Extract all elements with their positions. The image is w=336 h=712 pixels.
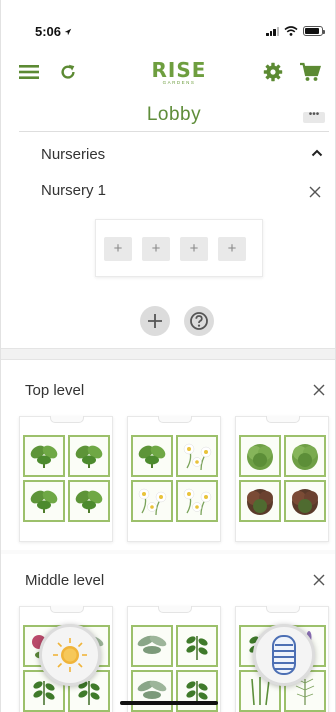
app-header: RISE GARDENS [1,52,335,92]
add-plant-slot[interactable]: + [142,237,170,261]
nursery-row: Nursery 1 [41,182,327,204]
add-plant-slot[interactable]: + [104,237,132,261]
tower-card[interactable] [127,606,221,712]
basil-icon [75,445,103,468]
close-icon[interactable] [313,384,325,396]
refresh-icon[interactable] [57,61,79,83]
lettuce-green-icon [292,444,318,470]
menu-icon[interactable] [17,62,41,82]
lettuce-red-icon [292,489,318,515]
add-plant-slot[interactable]: + [180,237,208,261]
level-label: Top level [25,382,85,399]
lettuce-green-icon [247,444,273,470]
tower-card[interactable] [235,416,329,542]
cart-icon[interactable] [297,61,323,83]
basil-icon [30,445,58,468]
tower-card[interactable] [127,416,221,542]
close-icon[interactable] [313,574,325,586]
chamomile-icon [138,488,167,516]
basil-icon [30,490,58,513]
nurseries-section-header[interactable]: Nurseries [41,146,327,166]
chamomile-icon [183,488,212,516]
plant-pod-lettuce-red[interactable] [239,480,281,522]
plant-pod-sage[interactable] [131,625,173,667]
tower-view-button[interactable] [253,624,315,686]
add-icon [148,314,162,328]
sage-icon [137,635,167,654]
plant-pod-basil[interactable] [68,435,110,477]
nursery-tray: + + + + [95,219,263,277]
status-indicators [266,26,325,36]
nurseries-label: Nurseries [41,146,106,163]
home-indicator [120,701,218,705]
chevron-up-icon[interactable] [311,149,323,157]
level-label: Middle level [25,572,105,589]
section-spacer [1,550,335,554]
plant-pod-chamomile[interactable] [176,480,218,522]
battery-icon [303,26,325,36]
app-frame: 5:06 RISE GARDENS Lobby ••• Nurseries Nu… [0,0,336,712]
plant-pod-sage[interactable] [131,670,173,712]
rise-logo: RISE GARDENS [149,60,209,86]
chamomile-icon [183,443,212,471]
title-row: Lobby ••• [19,102,329,132]
wifi-icon [284,26,298,36]
plant-pod-basil[interactable] [23,435,65,477]
add-nursery-button[interactable] [140,306,170,336]
status-time-group: 5:06 [35,24,72,39]
level-header: Middle level [25,572,331,594]
light-control-button[interactable] [39,624,101,686]
status-time: 5:06 [35,24,62,39]
nursery-label: Nursery 1 [41,182,107,199]
level-header: Top level [25,382,331,404]
plant-pod-herb[interactable] [176,670,218,712]
lettuce-red-icon [247,489,273,515]
help-icon [190,312,208,330]
section-divider [1,348,335,360]
tower-icon [272,635,296,675]
plant-pod-basil[interactable] [131,435,173,477]
status-bar: 5:06 [1,0,335,39]
plant-pod-lettuce-green[interactable] [284,435,326,477]
add-plant-slot[interactable]: + [218,237,246,261]
plant-pod-lettuce-red[interactable] [284,480,326,522]
basil-icon [75,490,103,513]
basil-icon [138,445,166,468]
signal-icon [266,26,279,36]
help-button[interactable] [184,306,214,336]
logo-main-text: RISE [151,58,207,82]
nursery-slots: + + + + [96,220,262,278]
tower-card[interactable] [19,416,113,542]
location-arrow-icon [64,28,72,35]
plant-pod-basil[interactable] [23,480,65,522]
plant-pod-lettuce-green[interactable] [239,435,281,477]
herb-icon [186,636,208,660]
settings-icon[interactable] [261,61,285,83]
close-icon[interactable] [309,186,321,198]
page-title: Lobby [146,104,202,125]
plant-pod-basil[interactable] [68,480,110,522]
plant-pod-chamomile[interactable] [176,435,218,477]
plant-pod-herb[interactable] [176,625,218,667]
plant-pod-chamomile[interactable] [131,480,173,522]
sun-icon [53,638,87,672]
more-options-button[interactable]: ••• [303,110,325,123]
